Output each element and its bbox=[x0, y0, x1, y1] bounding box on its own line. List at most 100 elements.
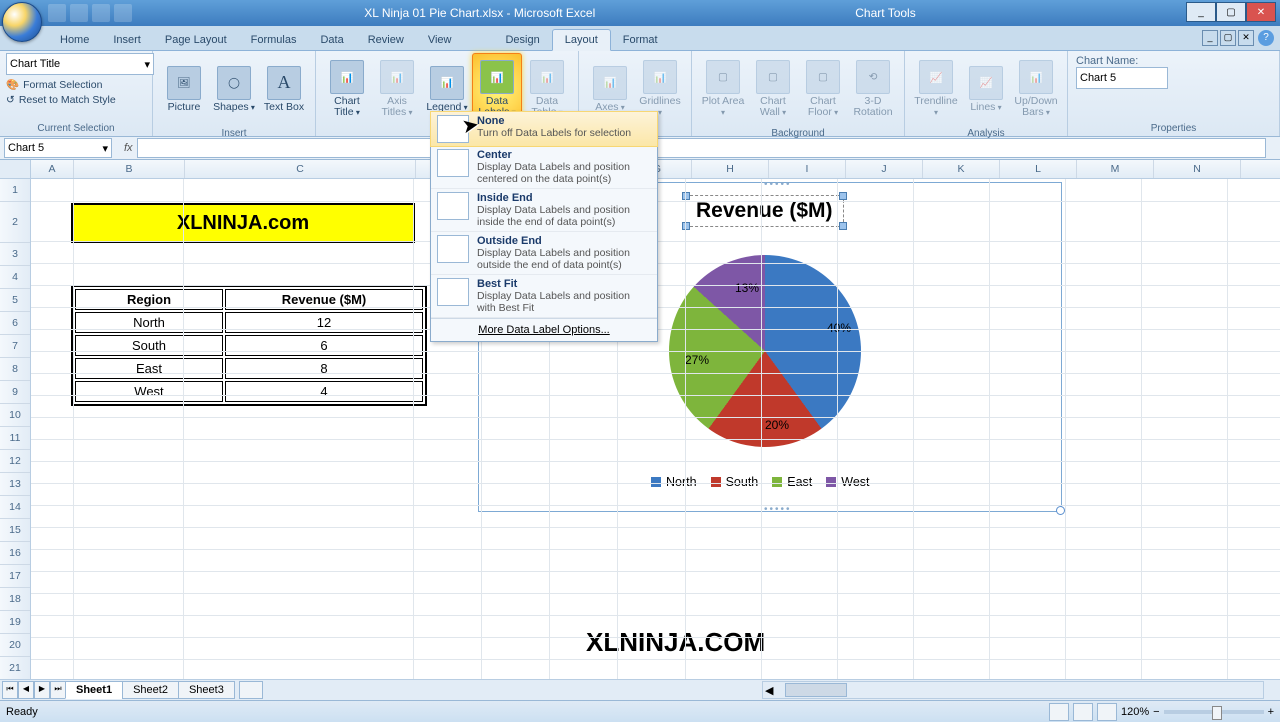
row-header-18[interactable]: 18 bbox=[0, 588, 30, 611]
row-header-12[interactable]: 12 bbox=[0, 450, 30, 473]
picture-button[interactable]: 🖼Picture bbox=[159, 53, 209, 125]
tab-nav-first[interactable]: ⏮ bbox=[2, 681, 18, 699]
tab-data[interactable]: Data bbox=[308, 30, 355, 50]
view-normal-button[interactable] bbox=[1049, 703, 1069, 721]
dropdown-option-none[interactable]: NoneTurn off Data Labels for selection bbox=[430, 111, 658, 147]
qat-redo-icon[interactable] bbox=[92, 4, 110, 22]
tab-layout[interactable]: Layout bbox=[552, 29, 611, 51]
office-button[interactable] bbox=[2, 2, 42, 42]
sheet-tab-3[interactable]: Sheet3 bbox=[178, 681, 235, 699]
chart-title[interactable]: Revenue ($M) bbox=[685, 195, 844, 227]
chart-name-input[interactable] bbox=[1076, 67, 1168, 89]
tab-design[interactable]: Design bbox=[493, 30, 551, 50]
row-header-15[interactable]: 15 bbox=[0, 519, 30, 542]
trendline-button[interactable]: 📈Trendline bbox=[911, 53, 961, 125]
col-header-K[interactable]: K bbox=[923, 160, 1000, 178]
group-label-selection: Current Selection bbox=[0, 122, 152, 136]
chart-floor-button[interactable]: ▢Chart Floor bbox=[798, 53, 848, 125]
fx-icon[interactable]: fx bbox=[124, 142, 133, 154]
banner-cell[interactable]: XLNINJA.com bbox=[71, 203, 415, 243]
col-header-L[interactable]: L bbox=[1000, 160, 1077, 178]
row-header-4[interactable]: 4 bbox=[0, 266, 30, 289]
minimize-button[interactable]: _ bbox=[1186, 2, 1216, 22]
horizontal-scrollbar[interactable]: ◀ bbox=[762, 681, 1264, 699]
more-data-label-options[interactable]: More Data Label Options... bbox=[431, 318, 657, 341]
col-header-A[interactable]: A bbox=[31, 160, 74, 178]
tab-format[interactable]: Format bbox=[611, 30, 670, 50]
row-header-16[interactable]: 16 bbox=[0, 542, 30, 565]
row-header-10[interactable]: 10 bbox=[0, 404, 30, 427]
doc-restore-button[interactable]: ▢ bbox=[1220, 30, 1236, 46]
chart-wall-button[interactable]: ▢Chart Wall bbox=[748, 53, 798, 125]
chart-element-selector[interactable]: Chart Title▾ bbox=[6, 53, 154, 75]
row-header-5[interactable]: 5 bbox=[0, 289, 30, 312]
zoom-in-button[interactable]: + bbox=[1268, 706, 1274, 718]
col-header-H[interactable]: H bbox=[692, 160, 769, 178]
col-header-N[interactable]: N bbox=[1154, 160, 1241, 178]
new-sheet-button[interactable] bbox=[239, 681, 263, 699]
doc-close-button[interactable]: ✕ bbox=[1238, 30, 1254, 46]
row-header-14[interactable]: 14 bbox=[0, 496, 30, 519]
label-option-icon bbox=[437, 278, 469, 306]
row-header-17[interactable]: 17 bbox=[0, 565, 30, 588]
tab-view[interactable]: View bbox=[416, 30, 464, 50]
name-box[interactable]: Chart 5▾ bbox=[4, 138, 112, 158]
row-header-19[interactable]: 19 bbox=[0, 611, 30, 634]
zoom-out-button[interactable]: − bbox=[1153, 706, 1159, 718]
maximize-button[interactable]: ▢ bbox=[1216, 2, 1246, 22]
plot-area-button[interactable]: ▢Plot Area bbox=[698, 53, 748, 125]
data-table[interactable]: RegionRevenue ($M) North12 South6 East8 … bbox=[71, 285, 427, 406]
row-header-2[interactable]: 2 bbox=[0, 202, 30, 243]
row-header-9[interactable]: 9 bbox=[0, 381, 30, 404]
3d-rotation-button[interactable]: ⟲3-D Rotation bbox=[848, 53, 898, 125]
row-header-13[interactable]: 13 bbox=[0, 473, 30, 496]
qat-dropdown-icon[interactable] bbox=[114, 4, 132, 22]
dropdown-option-best-fit[interactable]: Best FitDisplay Data Labels and position… bbox=[431, 275, 657, 318]
doc-minimize-button[interactable]: _ bbox=[1202, 30, 1218, 46]
axis-titles-button[interactable]: 📊Axis Titles bbox=[372, 53, 422, 125]
dropdown-option-inside-end[interactable]: Inside EndDisplay Data Labels and positi… bbox=[431, 189, 657, 232]
close-button[interactable]: ✕ bbox=[1246, 2, 1276, 22]
select-all-corner[interactable] bbox=[0, 160, 31, 178]
col-header-M[interactable]: M bbox=[1077, 160, 1154, 178]
tab-home[interactable]: Home bbox=[48, 30, 101, 50]
col-header-J[interactable]: J bbox=[846, 160, 923, 178]
row-header-6[interactable]: 6 bbox=[0, 312, 30, 335]
zoom-slider[interactable] bbox=[1164, 710, 1264, 714]
resize-handle-se[interactable] bbox=[1056, 506, 1065, 515]
col-header-I[interactable]: I bbox=[769, 160, 846, 178]
view-layout-button[interactable] bbox=[1073, 703, 1093, 721]
row-header-11[interactable]: 11 bbox=[0, 427, 30, 450]
textbox-button[interactable]: AText Box bbox=[259, 53, 309, 125]
chart-title-button[interactable]: 📊Chart Title bbox=[322, 53, 372, 125]
formula-input[interactable] bbox=[137, 138, 1266, 158]
reset-style-button[interactable]: ↺ Reset to Match Style bbox=[6, 94, 116, 106]
dropdown-option-outside-end[interactable]: Outside EndDisplay Data Labels and posit… bbox=[431, 232, 657, 275]
tab-nav-prev[interactable]: ◀ bbox=[18, 681, 34, 699]
dropdown-option-center[interactable]: CenterDisplay Data Labels and position c… bbox=[431, 146, 657, 189]
row-header-21[interactable]: 21 bbox=[0, 657, 30, 680]
tab-page-layout[interactable]: Page Layout bbox=[153, 30, 239, 50]
row-header-1[interactable]: 1 bbox=[0, 179, 30, 202]
row-header-8[interactable]: 8 bbox=[0, 358, 30, 381]
qat-undo-icon[interactable] bbox=[70, 4, 88, 22]
format-selection-button[interactable]: 🎨 Format Selection bbox=[6, 78, 102, 91]
tab-formulas[interactable]: Formulas bbox=[239, 30, 309, 50]
row-header-7[interactable]: 7 bbox=[0, 335, 30, 358]
view-break-button[interactable] bbox=[1097, 703, 1117, 721]
tab-insert[interactable]: Insert bbox=[101, 30, 153, 50]
tab-nav-last[interactable]: ⏭ bbox=[50, 681, 66, 699]
sheet-tab-2[interactable]: Sheet2 bbox=[122, 681, 179, 699]
row-header-20[interactable]: 20 bbox=[0, 634, 30, 657]
updown-bars-button[interactable]: 📊Up/Down Bars bbox=[1011, 53, 1061, 125]
tab-nav-next[interactable]: ▶ bbox=[34, 681, 50, 699]
lines-button[interactable]: 📈Lines bbox=[961, 53, 1011, 125]
sheet-tab-1[interactable]: Sheet1 bbox=[65, 681, 123, 699]
col-header-B[interactable]: B bbox=[74, 160, 185, 178]
tab-review[interactable]: Review bbox=[356, 30, 416, 50]
row-header-3[interactable]: 3 bbox=[0, 243, 30, 266]
help-icon[interactable]: ? bbox=[1258, 30, 1274, 46]
shapes-button[interactable]: ◯Shapes bbox=[209, 53, 259, 125]
qat-save-icon[interactable] bbox=[48, 4, 66, 22]
col-header-C[interactable]: C bbox=[185, 160, 416, 178]
